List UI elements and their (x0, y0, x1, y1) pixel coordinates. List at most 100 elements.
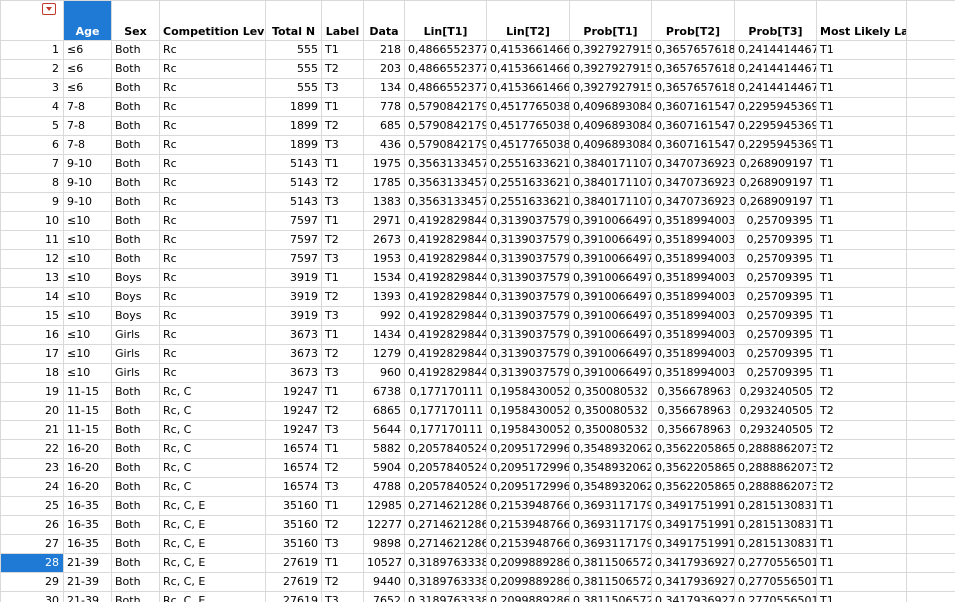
prob-t3-cell[interactable]: 0,25709395 (734, 268, 817, 288)
table-row[interactable]: 25 16-35 Both Rc, C, E 35160 T1 12985 0,2714621… (0, 496, 955, 516)
table-row[interactable]: 30 21-39 Both Rc, C, E 27619 T3 7652 0,31897633… (0, 591, 955, 602)
empty-cell[interactable] (906, 477, 955, 497)
row-number[interactable]: 4 (0, 97, 64, 117)
data-cell[interactable]: 1953 (363, 249, 405, 269)
prob-t2-cell[interactable]: 0,3518994003 (651, 230, 735, 250)
data-cell[interactable]: 1534 (363, 268, 405, 288)
total-n-cell[interactable]: 27619 (265, 572, 322, 592)
row-number[interactable]: 30 (0, 591, 64, 602)
data-cell[interactable]: 685 (363, 116, 405, 136)
lin-t2-cell[interactable]: 0,1958430052 (486, 420, 570, 440)
total-n-cell[interactable]: 5143 (265, 154, 322, 174)
age-cell[interactable]: 21-39 (63, 553, 112, 573)
empty-cell[interactable] (906, 420, 955, 440)
lin-t2-cell[interactable]: 0,4517765038 (486, 97, 570, 117)
row-number[interactable]: 19 (0, 382, 64, 402)
prob-t3-cell[interactable]: 0,2888862073 (734, 477, 817, 497)
competition-level-cell[interactable]: Rc (159, 268, 266, 288)
row-number[interactable]: 1 (0, 40, 64, 60)
lin-t2-cell[interactable]: 0,3139037579 (486, 249, 570, 269)
competition-level-cell[interactable]: Rc (159, 344, 266, 364)
data-cell[interactable]: 7652 (363, 591, 405, 602)
age-cell[interactable]: 16-20 (63, 439, 112, 459)
empty-cell[interactable] (906, 325, 955, 345)
most-likely-label-cell[interactable]: T1 (816, 192, 907, 212)
lin-t1-cell[interactable]: 0,4192829844 (404, 344, 487, 364)
row-number[interactable]: 7 (0, 154, 64, 174)
age-cell[interactable]: ≤10 (63, 211, 112, 231)
prob-t2-cell[interactable]: 0,3657657618 (651, 78, 735, 98)
prob-t3-cell[interactable]: 0,2414414467 (734, 40, 817, 60)
lin-t1-cell[interactable]: 0,4866552377 (404, 59, 487, 79)
competition-level-cell[interactable]: Rc, C, E (159, 572, 266, 592)
most-likely-label-cell[interactable]: T1 (816, 97, 907, 117)
most-likely-label-cell[interactable]: T1 (816, 572, 907, 592)
age-cell[interactable]: 21-39 (63, 572, 112, 592)
lin-t1-cell[interactable]: 0,3189763338 (404, 553, 487, 573)
prob-t3-cell[interactable]: 0,2815130831 (734, 496, 817, 516)
column-header-age[interactable]: Age (63, 0, 112, 41)
sex-cell[interactable]: Both (111, 401, 160, 421)
data-cell[interactable]: 203 (363, 59, 405, 79)
competition-level-cell[interactable]: Rc, C (159, 458, 266, 478)
prob-t2-cell[interactable]: 0,3607161547 (651, 116, 735, 136)
label-cell[interactable]: T1 (321, 97, 364, 117)
row-number[interactable]: 2 (0, 59, 64, 79)
row-number[interactable]: 3 (0, 78, 64, 98)
competition-level-cell[interactable]: Rc (159, 230, 266, 250)
sex-cell[interactable]: Boys (111, 268, 160, 288)
lin-t1-cell[interactable]: 0,3563133457 (404, 173, 487, 193)
lin-t1-cell[interactable]: 0,177170111 (404, 382, 487, 402)
prob-t3-cell[interactable]: 0,2295945369 (734, 135, 817, 155)
lin-t1-cell[interactable]: 0,4192829844 (404, 230, 487, 250)
prob-t1-cell[interactable]: 0,3548932062 (569, 477, 652, 497)
age-cell[interactable]: ≤10 (63, 287, 112, 307)
label-cell[interactable]: T2 (321, 401, 364, 421)
column-header-prob-t3[interactable]: Prob[T3] (734, 0, 817, 41)
table-row[interactable]: 8 9-10 Both Rc 5143 T2 1785 0,3563133457 0,25516… (0, 173, 955, 193)
label-cell[interactable]: T1 (321, 211, 364, 231)
lin-t1-cell[interactable]: 0,3563133457 (404, 154, 487, 174)
lin-t2-cell[interactable]: 0,3139037579 (486, 287, 570, 307)
label-cell[interactable]: T1 (321, 496, 364, 516)
most-likely-label-cell[interactable]: T1 (816, 268, 907, 288)
label-cell[interactable]: T2 (321, 572, 364, 592)
prob-t2-cell[interactable]: 0,3518994003 (651, 268, 735, 288)
data-cell[interactable]: 12985 (363, 496, 405, 516)
lin-t1-cell[interactable]: 0,4192829844 (404, 287, 487, 307)
competition-level-cell[interactable]: Rc (159, 135, 266, 155)
label-cell[interactable]: T3 (321, 591, 364, 602)
table-row[interactable]: 17 ≤10 Girls Rc 3673 T2 1279 0,4192829844 0,3139… (0, 344, 955, 364)
prob-t3-cell[interactable]: 0,25709395 (734, 306, 817, 326)
table-row[interactable]: 1 ≤6 Both Rc 555 T1 218 0,4866552377 0,415366146… (0, 40, 955, 60)
prob-t2-cell[interactable]: 0,356678963 (651, 382, 735, 402)
most-likely-label-cell[interactable]: T1 (816, 306, 907, 326)
prob-t1-cell[interactable]: 0,3910066497 (569, 287, 652, 307)
prob-t3-cell[interactable]: 0,2295945369 (734, 116, 817, 136)
most-likely-label-cell[interactable]: T1 (816, 249, 907, 269)
row-number[interactable]: 12 (0, 249, 64, 269)
lin-t1-cell[interactable]: 0,4192829844 (404, 363, 487, 383)
sex-cell[interactable]: Both (111, 249, 160, 269)
age-cell[interactable]: 7-8 (63, 97, 112, 117)
data-cell[interactable]: 2673 (363, 230, 405, 250)
label-cell[interactable]: T3 (321, 249, 364, 269)
label-cell[interactable]: T3 (321, 420, 364, 440)
prob-t1-cell[interactable]: 0,3910066497 (569, 306, 652, 326)
label-cell[interactable]: T2 (321, 515, 364, 535)
prob-t2-cell[interactable]: 0,3518994003 (651, 306, 735, 326)
label-cell[interactable]: T1 (321, 40, 364, 60)
empty-cell[interactable] (906, 59, 955, 79)
lin-t1-cell[interactable]: 0,2057840524 (404, 477, 487, 497)
total-n-cell[interactable]: 27619 (265, 553, 322, 573)
empty-cell[interactable] (906, 534, 955, 554)
empty-cell[interactable] (906, 306, 955, 326)
most-likely-label-cell[interactable]: T1 (816, 496, 907, 516)
sex-cell[interactable]: Boys (111, 287, 160, 307)
most-likely-label-cell[interactable]: T1 (816, 515, 907, 535)
sex-cell[interactable]: Both (111, 97, 160, 117)
total-n-cell[interactable]: 555 (265, 40, 322, 60)
total-n-cell[interactable]: 3919 (265, 268, 322, 288)
data-cell[interactable]: 992 (363, 306, 405, 326)
label-cell[interactable]: T3 (321, 363, 364, 383)
